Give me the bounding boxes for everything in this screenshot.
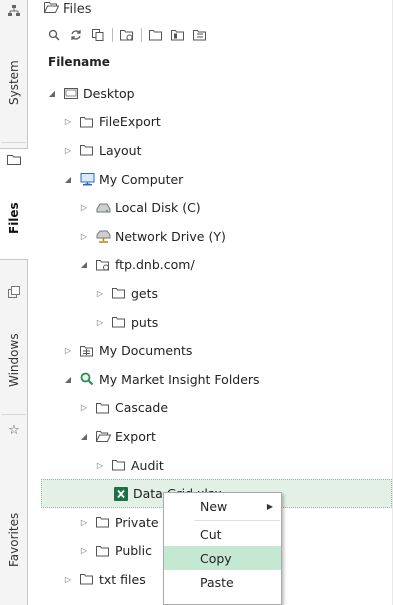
rail-divider — [2, 142, 26, 143]
menu-item-cut[interactable]: Cut — [164, 522, 281, 546]
panel-title-text: Files — [63, 1, 92, 17]
folder-open-icon — [44, 1, 60, 17]
collapsed-arrow-icon[interactable]: ▷ — [94, 316, 106, 328]
hard-disk-icon — [95, 201, 111, 215]
submenu-arrow-icon: ▶ — [266, 501, 273, 511]
toolbar-separator — [141, 28, 142, 42]
documents-icon — [79, 344, 95, 358]
collapsed-arrow-icon[interactable]: ▷ — [78, 516, 90, 528]
rail-divider — [2, 414, 26, 415]
folder-icon[interactable] — [148, 27, 164, 43]
tree-item-market-insight-folders[interactable]: ◢ My Market Insight Folders — [40, 365, 393, 394]
folder-icon — [6, 152, 22, 166]
expanded-arrow-icon[interactable]: ◢ — [62, 173, 74, 185]
expanded-arrow-icon[interactable]: ◢ — [62, 373, 74, 385]
tree-item-my-documents[interactable]: ▷ My Documents — [40, 336, 393, 365]
folder-open-icon[interactable] — [170, 27, 186, 43]
expanded-arrow-icon[interactable]: ◢ — [78, 430, 90, 442]
collapsed-arrow-icon[interactable]: ▷ — [78, 545, 90, 557]
tree-item-my-computer[interactable]: ◢ My Computer — [40, 165, 393, 194]
menu-separator — [194, 520, 280, 521]
context-menu: New ▶ Cut Copy Paste — [163, 492, 282, 605]
excel-file-icon — [113, 486, 129, 501]
side-tab-rail: System Files Windows ☆ Favorites — [0, 0, 28, 605]
collapsed-arrow-icon[interactable]: ▷ — [78, 202, 90, 214]
collapsed-arrow-icon[interactable]: ▷ — [78, 402, 90, 414]
folder-open-icon — [95, 429, 111, 443]
tree-item-cascade[interactable]: ▷ Cascade — [40, 394, 393, 423]
tree-item-layout[interactable]: ▷ Layout — [40, 136, 393, 165]
tab-windows[interactable]: Windows — [0, 315, 28, 405]
collapsed-arrow-icon[interactable]: ▷ — [62, 144, 74, 156]
menu-item-new[interactable]: New ▶ — [164, 494, 281, 518]
tree-item-puts[interactable]: ▷ puts — [40, 308, 393, 337]
folder-icon — [79, 572, 95, 586]
collapsed-arrow-icon[interactable]: ▷ — [62, 116, 74, 128]
refresh-icon[interactable] — [68, 27, 84, 43]
expanded-arrow-icon[interactable]: ◢ — [46, 87, 58, 99]
toolbar-separator — [112, 28, 113, 42]
collapsed-arrow-icon[interactable]: ▷ — [62, 573, 74, 585]
ftp-folder-icon — [95, 258, 111, 272]
folder-icon — [95, 515, 111, 529]
tab-system[interactable]: System — [0, 40, 28, 126]
ftp-icon[interactable] — [119, 27, 135, 43]
collapsed-arrow-icon[interactable]: ▷ — [62, 345, 74, 357]
star-icon: ☆ — [8, 422, 20, 438]
tree-item-fileexport[interactable]: ▷ FileExport — [40, 108, 393, 137]
tree-item-ftp[interactable]: ◢ ftp.dnb.com/ — [40, 251, 393, 280]
desktop-icon — [63, 86, 79, 100]
copy-icon[interactable] — [90, 27, 106, 43]
collapsed-arrow-icon[interactable]: ▷ — [94, 459, 106, 471]
sitemap-icon — [6, 4, 22, 18]
folder-icon — [111, 458, 127, 472]
folder-icon — [95, 544, 111, 558]
folder-icon — [79, 143, 95, 157]
toolbar — [46, 26, 208, 44]
tree-item-gets[interactable]: ▷ gets — [40, 279, 393, 308]
search-icon[interactable] — [46, 27, 62, 43]
tree-item-local-disk[interactable]: ▷ Local Disk (C) — [40, 193, 393, 222]
column-header-filename[interactable]: Filename — [48, 55, 110, 69]
folder-icon — [111, 286, 127, 300]
collapsed-arrow-icon[interactable]: ▷ — [94, 287, 106, 299]
tree-item-audit[interactable]: ▷ Audit — [40, 451, 393, 480]
network-drive-icon — [95, 229, 111, 243]
folder-icon — [111, 315, 127, 329]
collapsed-arrow-icon[interactable]: ▷ — [78, 230, 90, 242]
tab-files[interactable]: Files — [0, 188, 28, 248]
market-insight-search-icon — [79, 372, 95, 386]
tree-item-export[interactable]: ◢ Export — [40, 422, 393, 451]
tab-favorites[interactable]: Favorites — [0, 490, 28, 590]
windows-icon — [6, 285, 22, 299]
expanded-arrow-icon[interactable]: ◢ — [78, 259, 90, 271]
panel-title: Files — [44, 0, 92, 18]
tree-item-desktop[interactable]: ◢ Desktop — [40, 79, 393, 108]
folder-icon — [95, 401, 111, 415]
menu-item-copy[interactable]: Copy — [164, 546, 281, 570]
folder-icon — [79, 115, 95, 129]
computer-icon — [79, 172, 95, 186]
folder-tree-icon[interactable] — [192, 27, 208, 43]
menu-item-paste[interactable]: Paste — [164, 570, 281, 594]
tree-item-network-drive[interactable]: ▷ Network Drive (Y) — [40, 222, 393, 251]
